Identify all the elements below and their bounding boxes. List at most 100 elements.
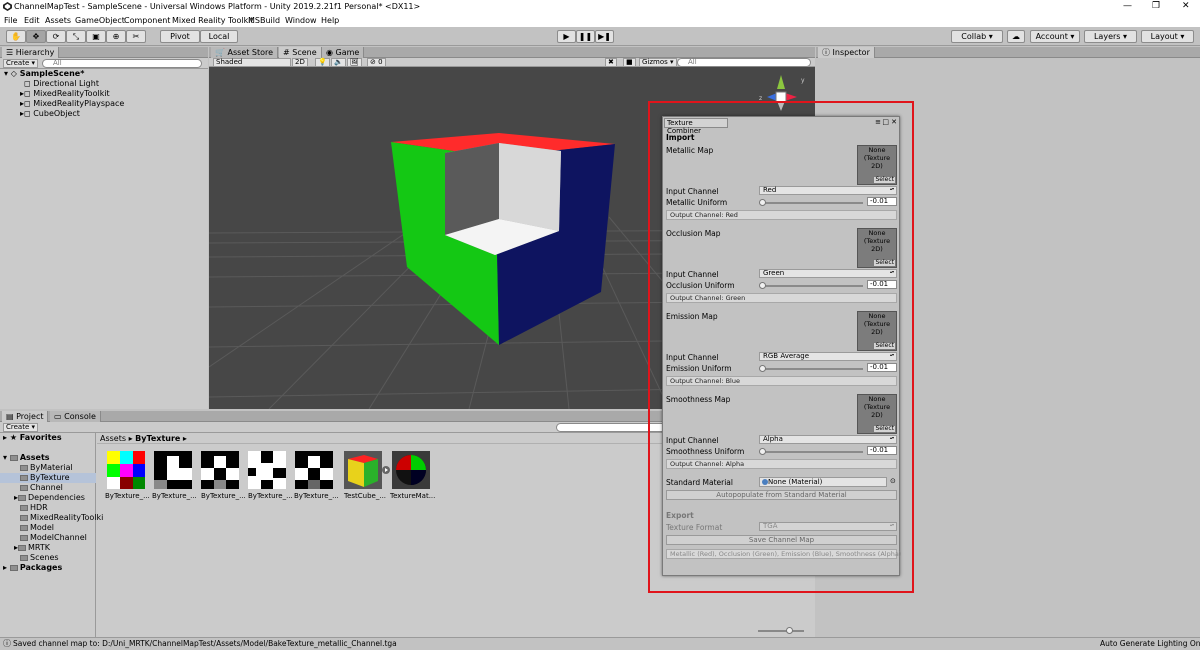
- pause-icon: ❚❚: [578, 32, 593, 41]
- asset-label: ByTexture_...: [105, 492, 150, 500]
- tree-folder-selected[interactable]: ByTexture: [0, 473, 96, 483]
- tree-label: Dependencies: [28, 493, 85, 502]
- hierarchy-create-button[interactable]: Create ▾: [3, 59, 38, 68]
- tree-folder[interactable]: HDR: [20, 503, 48, 513]
- hand-tool-button[interactable]: ✋: [6, 30, 26, 43]
- menu-gameobject[interactable]: GameObject: [75, 16, 125, 25]
- menu-msbuild[interactable]: MSBuild: [248, 16, 280, 25]
- camera-settings-button[interactable]: ■: [623, 58, 636, 67]
- gameobject-icon: ◻: [24, 109, 31, 118]
- scene-search-input[interactable]: All: [677, 58, 811, 67]
- texture-thumbnail[interactable]: [107, 451, 145, 489]
- hierarchy-item[interactable]: ▸◻ MixedRealityPlayspace: [20, 99, 124, 109]
- tree-folder[interactable]: ModelChannel: [20, 533, 87, 543]
- tab-scene[interactable]: # Scene: [279, 47, 322, 58]
- menu-file[interactable]: File: [4, 16, 17, 25]
- status-message[interactable]: Saved channel map to: D:/Uni_MRTK/Channe…: [13, 638, 397, 650]
- step-button[interactable]: ▶❚: [595, 30, 614, 43]
- hierarchy-tabstrip: ☰ Hierarchy: [0, 47, 208, 58]
- breadcrumb-assets[interactable]: Assets: [100, 434, 126, 443]
- collab-button[interactable]: Collab ▾: [951, 30, 1003, 43]
- texture-thumbnail[interactable]: [201, 451, 239, 489]
- material-thumbnail[interactable]: [392, 451, 430, 489]
- local-toggle[interactable]: Local: [200, 30, 238, 43]
- tab-game[interactable]: ◉ Game: [322, 47, 365, 58]
- tree-folder[interactable]: ▸ MRTK: [14, 543, 50, 553]
- cube-object[interactable]: [379, 127, 629, 409]
- scale-tool-button[interactable]: ⤡: [66, 30, 86, 43]
- thumbnail-size-thumb[interactable]: [786, 627, 793, 634]
- layers-dropdown[interactable]: Layers ▾: [1084, 30, 1137, 43]
- custom-tool-button[interactable]: ✂: [126, 30, 146, 43]
- svg-text:y: y: [801, 77, 805, 84]
- tab-inspector[interactable]: ⓘ Inspector: [818, 47, 875, 58]
- menu-assets[interactable]: Assets: [45, 16, 71, 25]
- hierarchy-item[interactable]: ▸◻ MixedRealityToolkit: [20, 89, 110, 99]
- minimize-button[interactable]: —: [1123, 1, 1132, 11]
- shading-dropdown[interactable]: Shaded: [213, 58, 291, 67]
- tab-game-label: Game: [335, 48, 360, 57]
- scene-tools-button[interactable]: ✖: [605, 58, 617, 67]
- tree-folder[interactable]: MixedRealityToolki: [20, 513, 103, 523]
- move-tool-button[interactable]: ✥: [26, 30, 46, 43]
- folder-icon: [20, 484, 28, 491]
- expand-arrow-icon[interactable]: [382, 466, 390, 474]
- tab-project[interactable]: ▤ Project: [2, 411, 49, 422]
- rotate-tool-button[interactable]: ⟳: [46, 30, 66, 43]
- tree-folder[interactable]: Channel: [20, 483, 63, 493]
- hierarchy-item[interactable]: ▸◻ CubeObject: [20, 109, 80, 119]
- pause-button[interactable]: ❚❚: [576, 30, 595, 43]
- thumbnail-size-slider[interactable]: [758, 630, 804, 632]
- audio-toggle[interactable]: 🔈: [331, 58, 346, 67]
- tab-console[interactable]: ▭ Console: [50, 411, 101, 422]
- hierarchy-toolbar: Create ▾ All: [0, 58, 208, 69]
- star-icon: ★: [9, 433, 17, 442]
- transform-tool-button[interactable]: ⊕: [106, 30, 126, 43]
- tab-asset-store[interactable]: 🛒 Asset Store: [211, 47, 279, 58]
- gizmos-dropdown[interactable]: Gizmos ▾: [639, 58, 677, 67]
- menu-window[interactable]: Window: [285, 16, 317, 25]
- hierarchy-search-input[interactable]: All: [42, 59, 202, 68]
- menu-edit[interactable]: Edit: [24, 16, 40, 25]
- tree-folder[interactable]: Scenes: [20, 553, 59, 563]
- cube-inner-back: [445, 143, 499, 235]
- project-create-button[interactable]: Create ▾: [3, 423, 38, 432]
- prefab-thumbnail[interactable]: [344, 451, 382, 489]
- cloud-button[interactable]: ☁: [1007, 30, 1025, 43]
- tab-hierarchy[interactable]: ☰ Hierarchy: [2, 47, 60, 58]
- folder-icon: [20, 514, 28, 521]
- cube-inner-side: [499, 143, 561, 231]
- tree-label: Scenes: [30, 553, 59, 562]
- lighting-toggle[interactable]: 💡: [315, 58, 330, 67]
- texture-thumbnail[interactable]: [295, 451, 333, 489]
- pivot-toggle[interactable]: Pivot: [160, 30, 200, 43]
- tree-folder[interactable]: ▸ Dependencies: [14, 493, 85, 503]
- menu-help[interactable]: Help: [321, 16, 339, 25]
- rect-tool-button[interactable]: ▣: [86, 30, 106, 43]
- tree-assets[interactable]: ▾ Assets: [3, 453, 50, 463]
- scene-root-row[interactable]: ▾ ◇ SampleScene*: [4, 69, 84, 79]
- hierarchy-item[interactable]: ◻ Directional Light: [24, 79, 99, 89]
- breadcrumb-bytexture[interactable]: ByTexture: [135, 434, 180, 443]
- texture-thumbnail[interactable]: [154, 451, 192, 489]
- menu-component[interactable]: Component: [124, 16, 170, 25]
- tree-folder[interactable]: Model: [20, 523, 54, 533]
- window-title: ChannelMapTest - SampleScene - Universal…: [14, 2, 421, 11]
- play-button[interactable]: ▶: [557, 30, 576, 43]
- close-button[interactable]: ✕: [1182, 1, 1190, 11]
- play-icon: ▶: [563, 32, 570, 41]
- camera-icon: ■: [626, 58, 633, 66]
- project-folder-tree: ▸ ★ Favorites ▾ Assets ByMaterial ByText…: [0, 433, 103, 637]
- tree-packages[interactable]: ▸ Packages: [3, 563, 62, 573]
- account-dropdown[interactable]: Account ▾: [1030, 30, 1080, 43]
- tree-folder[interactable]: ByMaterial: [20, 463, 73, 473]
- effects-dropdown[interactable]: 🖼: [347, 58, 362, 67]
- tree-favorites[interactable]: ▸ ★ Favorites: [3, 433, 62, 443]
- menu-mixed-reality-toolkit[interactable]: Mixed Reality Toolkit: [172, 16, 254, 25]
- hidden-objects-toggle[interactable]: ⊘ 0: [367, 58, 386, 67]
- 2d-toggle[interactable]: 2D: [292, 58, 308, 67]
- texture-thumbnail[interactable]: [248, 451, 286, 489]
- layout-dropdown[interactable]: Layout ▾: [1141, 30, 1194, 43]
- collab-label: Collab ▾: [961, 32, 993, 41]
- maximize-button[interactable]: ❐: [1152, 1, 1160, 11]
